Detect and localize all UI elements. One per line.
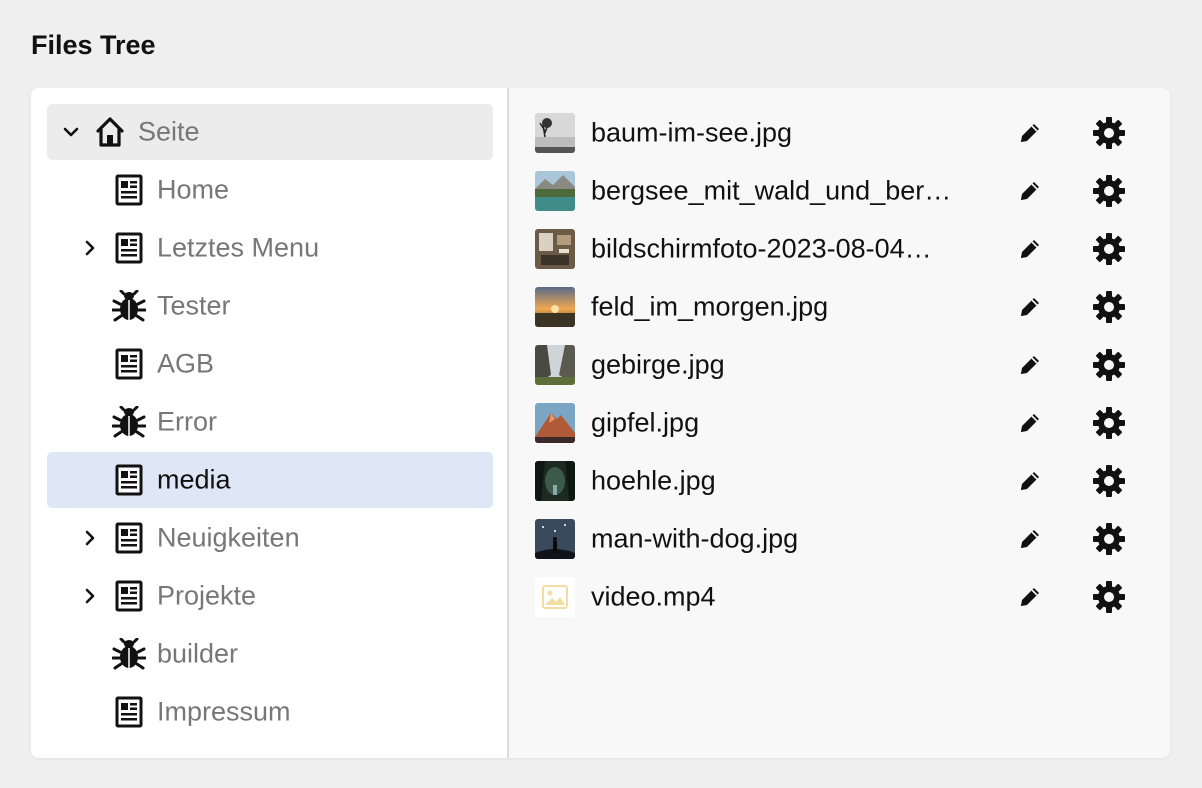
file-name[interactable]: bildschirmfoto-2023-08-04…: [591, 234, 981, 265]
bug-icon: [112, 289, 146, 323]
file-name[interactable]: baum-im-see.jpg: [591, 118, 981, 149]
gear-icon[interactable]: [1092, 290, 1126, 324]
tree-item-agb[interactable]: AGB: [47, 336, 493, 392]
bug-icon: [112, 405, 146, 439]
file-name[interactable]: hoehle.jpg: [591, 466, 981, 497]
tree-item-neuigkeiten[interactable]: Neuigkeiten: [47, 510, 493, 566]
tree-item-label: Impressum: [157, 696, 291, 727]
tree-root[interactable]: Seite: [47, 104, 493, 160]
edit-icon[interactable]: [1013, 464, 1047, 498]
file-thumbnail[interactable]: [535, 287, 575, 327]
page-title: Files Tree: [31, 30, 156, 60]
edit-icon[interactable]: [1013, 348, 1047, 382]
home-icon: [93, 115, 127, 149]
file-row[interactable]: bergsee_mit_wald_und_ber…: [509, 162, 1170, 220]
chevron-down-icon[interactable]: [61, 122, 81, 142]
gear-icon[interactable]: [1092, 580, 1126, 614]
page-icon: [112, 463, 146, 497]
gear-icon[interactable]: [1092, 348, 1126, 382]
file-name[interactable]: gebirge.jpg: [591, 350, 981, 381]
gear-icon[interactable]: [1092, 464, 1126, 498]
tree-item-label: Projekte: [157, 580, 257, 611]
tree-item-letztes-menu[interactable]: Letztes Menu: [47, 220, 493, 276]
edit-icon[interactable]: [1013, 290, 1047, 324]
tree-item-builder[interactable]: builder: [47, 626, 493, 682]
file-name[interactable]: gipfel.jpg: [591, 408, 981, 439]
edit-icon[interactable]: [1013, 580, 1047, 614]
file-thumbnail[interactable]: [535, 229, 575, 269]
edit-icon[interactable]: [1013, 232, 1047, 266]
tree-item-projekte[interactable]: Projekte: [47, 568, 493, 624]
file-row[interactable]: baum-im-see.jpg: [509, 104, 1170, 162]
file-thumbnail[interactable]: [535, 171, 575, 211]
tree-item-label: AGB: [157, 348, 215, 379]
gear-icon[interactable]: [1092, 116, 1126, 150]
file-list: baum-im-see.jpg bergsee_mit_wald_und_ber……: [509, 88, 1170, 758]
tree-item-impressum[interactable]: Impressum: [47, 684, 493, 740]
chevron-right-icon[interactable]: [80, 238, 100, 258]
tree-item-label: Neuigkeiten: [157, 522, 300, 553]
page-icon: [112, 579, 146, 613]
file-row[interactable]: video.mp4: [509, 568, 1170, 626]
tree-item-label: Home: [157, 174, 230, 205]
page-icon: [112, 173, 146, 207]
edit-icon[interactable]: [1013, 116, 1047, 150]
edit-icon[interactable]: [1013, 522, 1047, 556]
file-row[interactable]: gebirge.jpg: [509, 336, 1170, 394]
file-thumbnail[interactable]: [535, 345, 575, 385]
tree-item-label: Tester: [157, 290, 231, 321]
files-panel: Seite Home Letztes Menu Tester AGB Error medi…: [31, 88, 1170, 758]
file-name[interactable]: feld_im_morgen.jpg: [591, 292, 981, 323]
file-row[interactable]: man-with-dog.jpg: [509, 510, 1170, 568]
tree-item-label: Error: [157, 406, 217, 437]
page-icon: [112, 521, 146, 555]
edit-icon[interactable]: [1013, 174, 1047, 208]
tree-root-label: Seite: [138, 116, 200, 147]
file-name[interactable]: video.mp4: [591, 582, 981, 613]
gear-icon[interactable]: [1092, 232, 1126, 266]
gear-icon[interactable]: [1092, 174, 1126, 208]
file-thumbnail[interactable]: [535, 113, 575, 153]
tree-item-media[interactable]: media: [47, 452, 493, 508]
file-thumbnail[interactable]: [535, 519, 575, 559]
file-thumbnail[interactable]: [535, 403, 575, 443]
gear-icon[interactable]: [1092, 522, 1126, 556]
gear-icon[interactable]: [1092, 406, 1126, 440]
chevron-right-icon[interactable]: [80, 528, 100, 548]
file-name[interactable]: bergsee_mit_wald_und_ber…: [591, 176, 981, 207]
file-row[interactable]: feld_im_morgen.jpg: [509, 278, 1170, 336]
page-icon: [112, 231, 146, 265]
file-name[interactable]: man-with-dog.jpg: [591, 524, 981, 555]
tree-item-label: Letztes Menu: [157, 232, 320, 263]
file-row[interactable]: hoehle.jpg: [509, 452, 1170, 510]
page-icon: [112, 347, 146, 381]
file-row[interactable]: gipfel.jpg: [509, 394, 1170, 452]
tree-item-tester[interactable]: Tester: [47, 278, 493, 334]
page-tree: Seite Home Letztes Menu Tester AGB Error medi…: [31, 88, 509, 758]
file-thumbnail[interactable]: [535, 461, 575, 501]
tree-item-label: builder: [157, 638, 239, 669]
edit-icon[interactable]: [1013, 406, 1047, 440]
tree-item-home[interactable]: Home: [47, 162, 493, 218]
tree-item-label: media: [157, 464, 231, 495]
chevron-right-icon[interactable]: [80, 586, 100, 606]
file-thumbnail[interactable]: [535, 577, 575, 617]
file-row[interactable]: bildschirmfoto-2023-08-04…: [509, 220, 1170, 278]
page-icon: [112, 695, 146, 729]
tree-item-error[interactable]: Error: [47, 394, 493, 450]
bug-icon: [112, 637, 146, 671]
